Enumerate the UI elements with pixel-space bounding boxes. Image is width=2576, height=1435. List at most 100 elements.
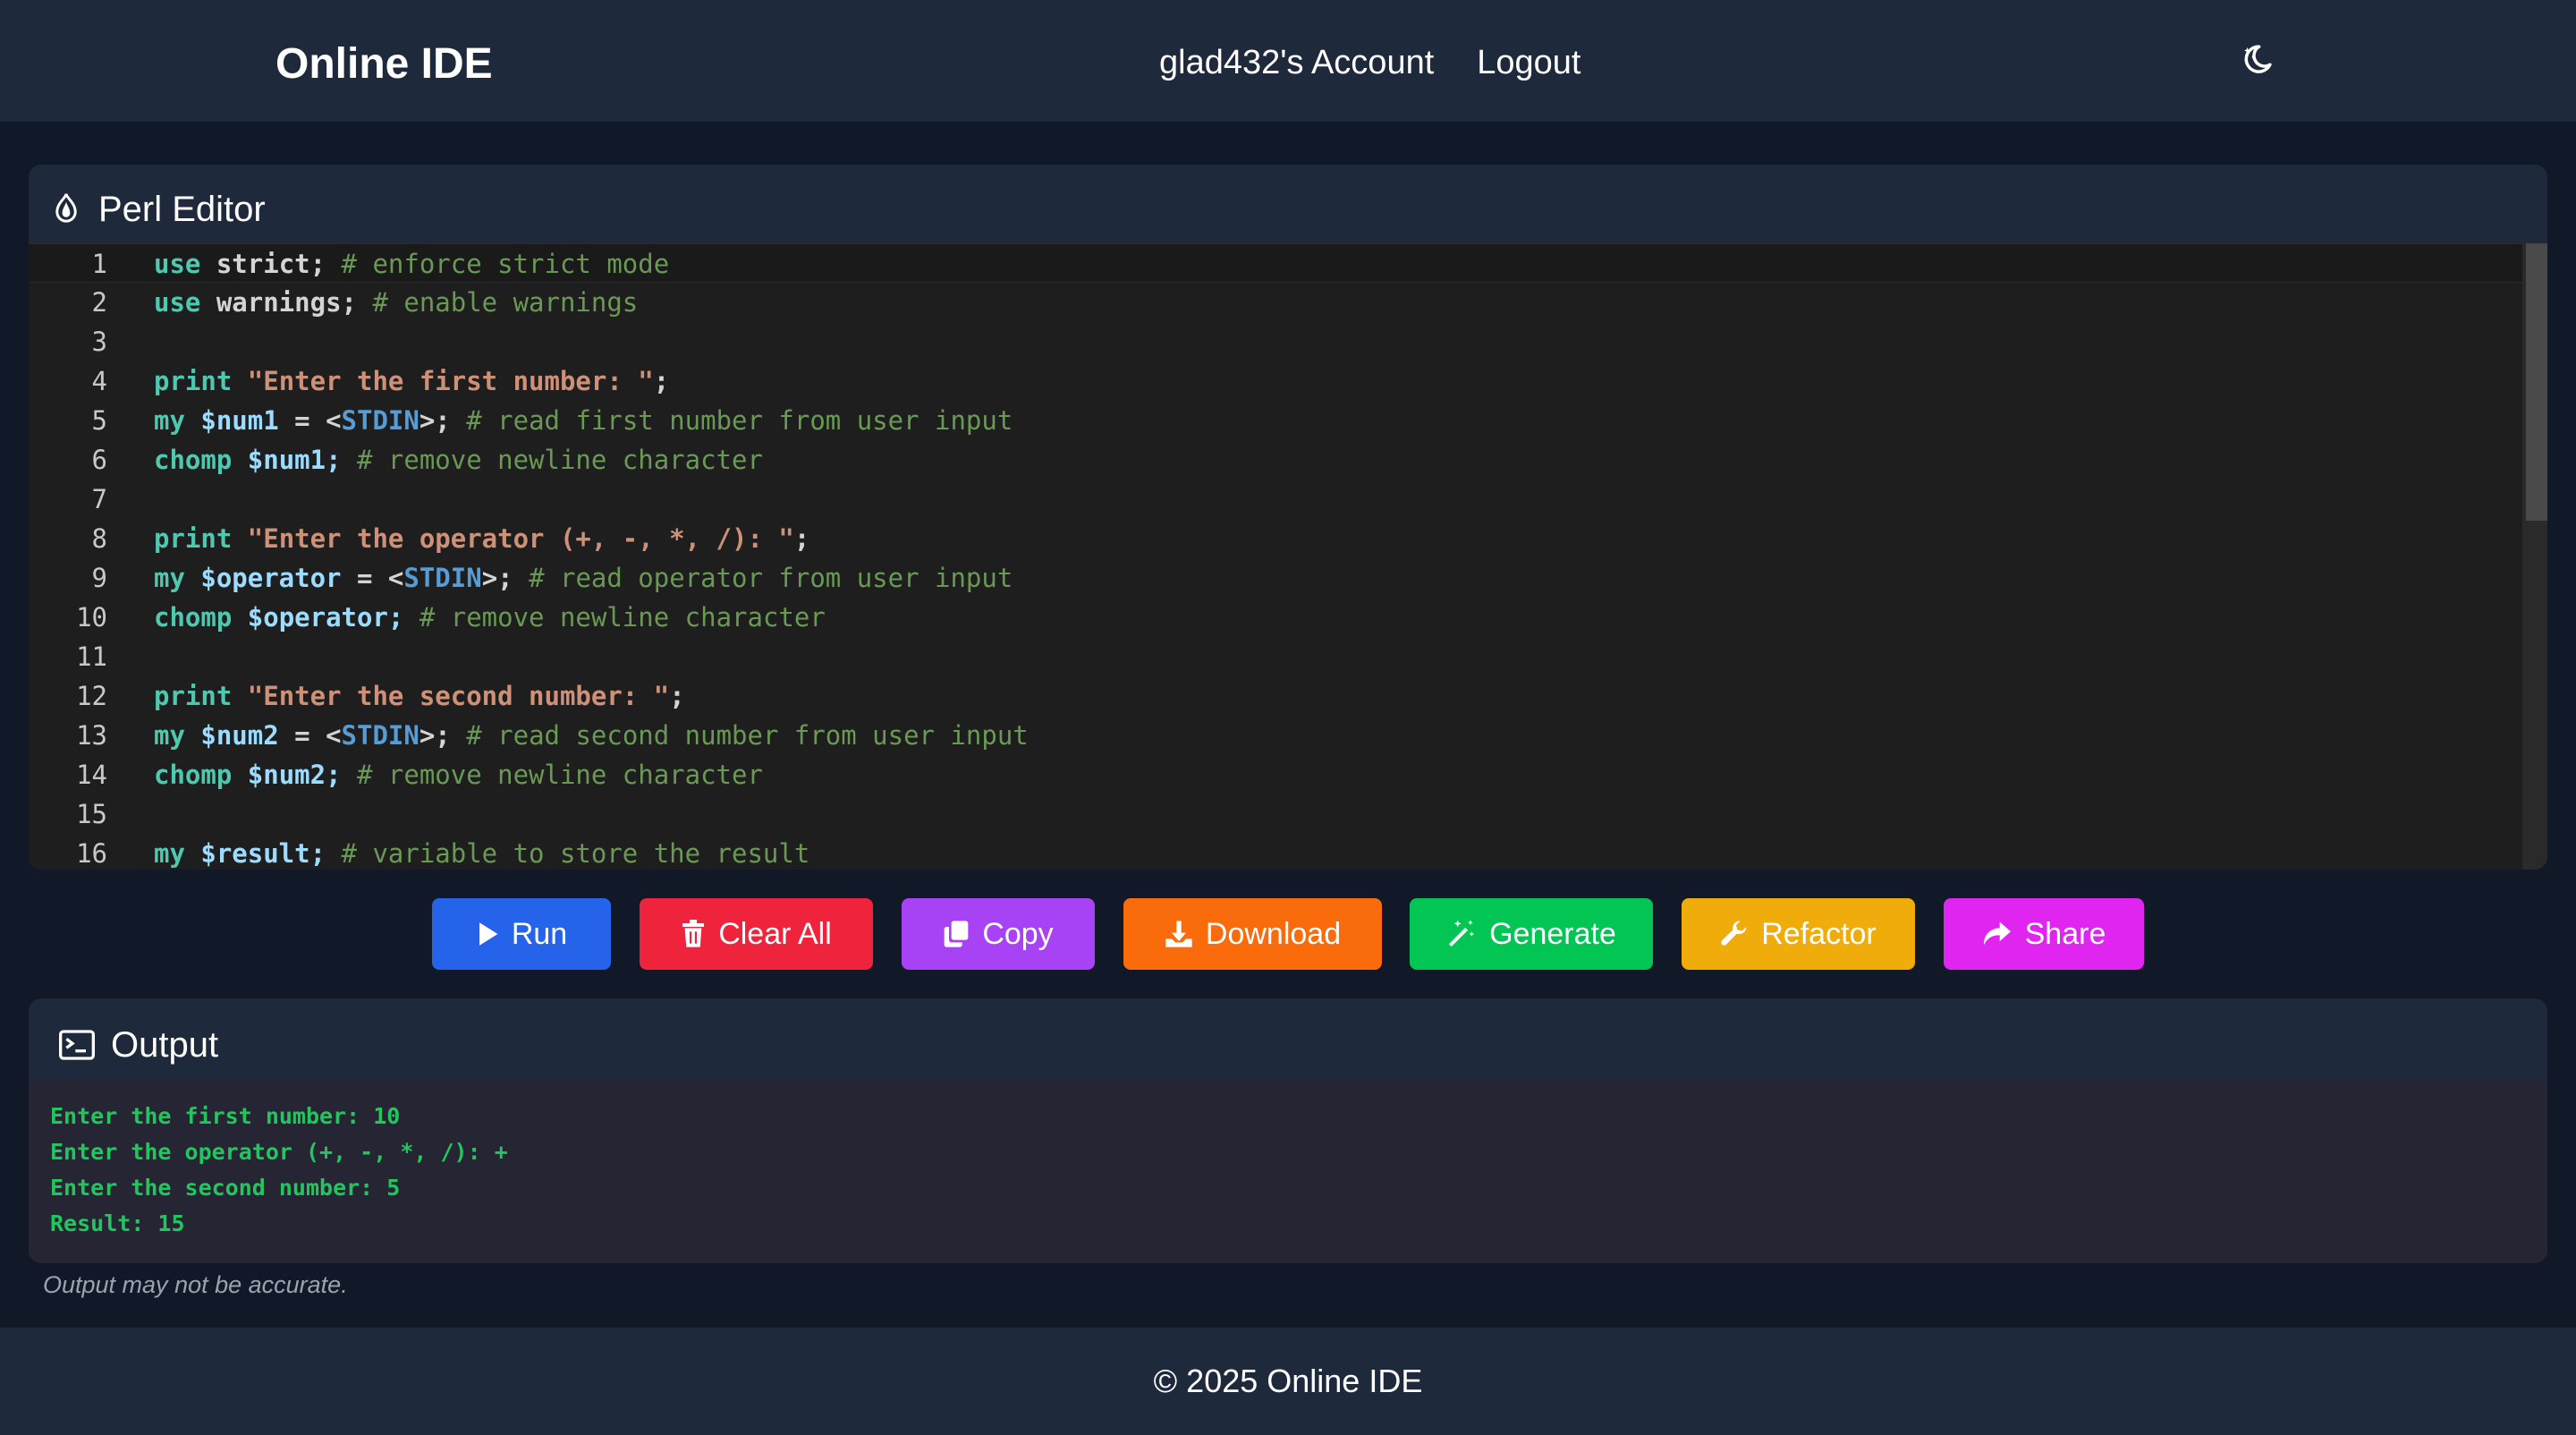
copy-button[interactable]: Copy <box>902 898 1095 970</box>
scrollbar-thumb[interactable] <box>2526 243 2547 521</box>
perl-onion-icon <box>55 193 77 223</box>
output-panel: Output Enter the first number: 10 Enter t… <box>29 998 2547 1263</box>
code-text: print "Enter the second number: "; <box>154 676 685 716</box>
line-number: 9 <box>91 563 107 593</box>
line-number: 7 <box>91 484 107 514</box>
line-number: 5 <box>91 405 107 436</box>
code-token: >; <box>481 563 513 593</box>
code-token: my <box>154 563 185 593</box>
share-button-label: Share <box>2024 916 2106 951</box>
logout-link[interactable]: Logout <box>1477 36 1580 89</box>
code-token: ; <box>793 523 810 554</box>
code-line[interactable]: 16 my $result; # variable to store the re… <box>29 834 2547 870</box>
output-console[interactable]: Enter the first number: 10 Enter the oper… <box>29 1079 2547 1263</box>
magic-wand-icon <box>1448 920 1475 947</box>
code-line[interactable]: 14 chomp $num2; # remove newline characte… <box>29 755 2547 794</box>
code-line[interactable]: 5 my $num1 = <STDIN>; # read first number… <box>29 401 2547 440</box>
code-token: # remove newline character <box>341 445 763 475</box>
code-token: STDIN <box>341 720 419 751</box>
code-line[interactable]: 10 chomp $operator; # remove newline char… <box>29 598 2547 637</box>
top-navbar: Online IDE glad432's Account Logout <box>0 0 2576 122</box>
code-token: "Enter the first number: " <box>232 366 654 396</box>
code-token: chomp <box>154 445 233 475</box>
code-line[interactable]: 2 use warnings; # enable warnings <box>29 283 2547 322</box>
run-button-label: Run <box>511 916 568 951</box>
code-token: >; <box>419 405 451 436</box>
share-button[interactable]: Share <box>1944 898 2144 970</box>
code-token: chomp <box>154 760 233 790</box>
footer-copyright: © 2025 Online IDE <box>1153 1363 1423 1399</box>
code-token: STDIN <box>341 405 419 436</box>
code-line[interactable]: 13 my $num2 = <STDIN>; # read second numb… <box>29 716 2547 755</box>
clear-all-button[interactable]: Clear All <box>640 898 873 970</box>
code-token: $num2; <box>232 760 342 790</box>
code-token: strict; <box>200 249 326 279</box>
output-line: Enter the first number: 10 <box>50 1103 401 1129</box>
line-number: 16 <box>76 838 107 869</box>
code-editor[interactable]: 1 use strict; # enforce strict mode 2 use w… <box>29 243 2547 870</box>
line-number: 14 <box>76 760 107 790</box>
code-token: $result; <box>184 838 326 869</box>
refactor-button[interactable]: Refactor <box>1682 898 1915 970</box>
code-line[interactable]: 11 <box>29 637 2547 676</box>
code-token: # enable warnings <box>357 287 639 318</box>
generate-button[interactable]: Generate <box>1410 898 1653 970</box>
code-token: my <box>154 720 185 751</box>
code-line[interactable]: 1 use strict; # enforce strict mode <box>29 243 2547 283</box>
line-number: 2 <box>91 287 107 318</box>
code-token: my <box>154 838 185 869</box>
line-number: 4 <box>91 366 107 396</box>
editor-title: Perl Editor <box>98 189 266 229</box>
line-number: 13 <box>76 720 107 751</box>
code-text: print "Enter the operator (+, -, *, /): … <box>154 519 809 558</box>
share-arrow-icon <box>1983 921 2011 946</box>
line-number: 1 <box>91 249 107 279</box>
code-token: chomp <box>154 602 233 633</box>
code-token: # remove newline character <box>403 602 826 633</box>
line-number: 12 <box>76 681 107 711</box>
output-header: Output <box>59 1018 218 1072</box>
code-line[interactable]: 15 <box>29 794 2547 834</box>
output-title: Output <box>111 1024 219 1065</box>
download-button[interactable]: Download <box>1123 898 1382 970</box>
code-token: "Enter the operator (+, -, *, /): " <box>232 523 794 554</box>
copy-icon <box>944 921 969 947</box>
code-token: print <box>154 523 233 554</box>
code-token: "Enter the second number: " <box>232 681 670 711</box>
play-icon <box>479 922 498 946</box>
code-line[interactable]: 9 my $operator = <STDIN>; # read operator… <box>29 558 2547 598</box>
generate-button-label: Generate <box>1489 916 1616 951</box>
code-token: $num1 <box>184 405 279 436</box>
code-line[interactable]: 8 print "Enter the operator (+, -, *, /):… <box>29 519 2547 558</box>
code-token: $operator; <box>232 602 404 633</box>
terminal-icon <box>59 1030 95 1060</box>
code-token: # read second number from user input <box>450 720 1029 751</box>
code-token: ; <box>669 681 685 711</box>
code-token: = < <box>278 405 342 436</box>
code-token: # enforce strict mode <box>326 249 670 279</box>
action-toolbar: Run Clear All Copy Download Generate Ref… <box>0 898 2576 970</box>
clear-all-button-label: Clear All <box>718 916 832 951</box>
code-text: my $result; # variable to store the resu… <box>154 834 809 870</box>
line-number: 10 <box>76 602 107 633</box>
code-line[interactable]: 12 print "Enter the second number: "; <box>29 676 2547 716</box>
code-line[interactable]: 4 print "Enter the first number: "; <box>29 361 2547 401</box>
brand-title[interactable]: Online IDE <box>275 34 493 95</box>
theme-toggle-button[interactable] <box>2234 38 2279 82</box>
code-token: = < <box>341 563 404 593</box>
output-line: Enter the second number: 5 <box>50 1175 401 1201</box>
code-token: print <box>154 366 233 396</box>
code-line[interactable]: 6 chomp $num1; # remove newline character <box>29 440 2547 480</box>
run-button[interactable]: Run <box>432 898 611 970</box>
line-number: 3 <box>91 327 107 357</box>
code-line[interactable]: 7 <box>29 480 2547 519</box>
code-token: $num1; <box>232 445 342 475</box>
account-link[interactable]: glad432's Account <box>1159 36 1434 89</box>
code-line[interactable]: 3 <box>29 322 2547 361</box>
line-number: 15 <box>76 799 107 829</box>
editor-scrollbar[interactable] <box>2522 243 2547 870</box>
code-text: my $operator = <STDIN>; # read operator … <box>154 558 1013 598</box>
code-token: # remove newline character <box>341 760 763 790</box>
output-line: Enter the operator (+, -, *, /): + <box>50 1139 508 1165</box>
code-token: use <box>154 249 201 279</box>
